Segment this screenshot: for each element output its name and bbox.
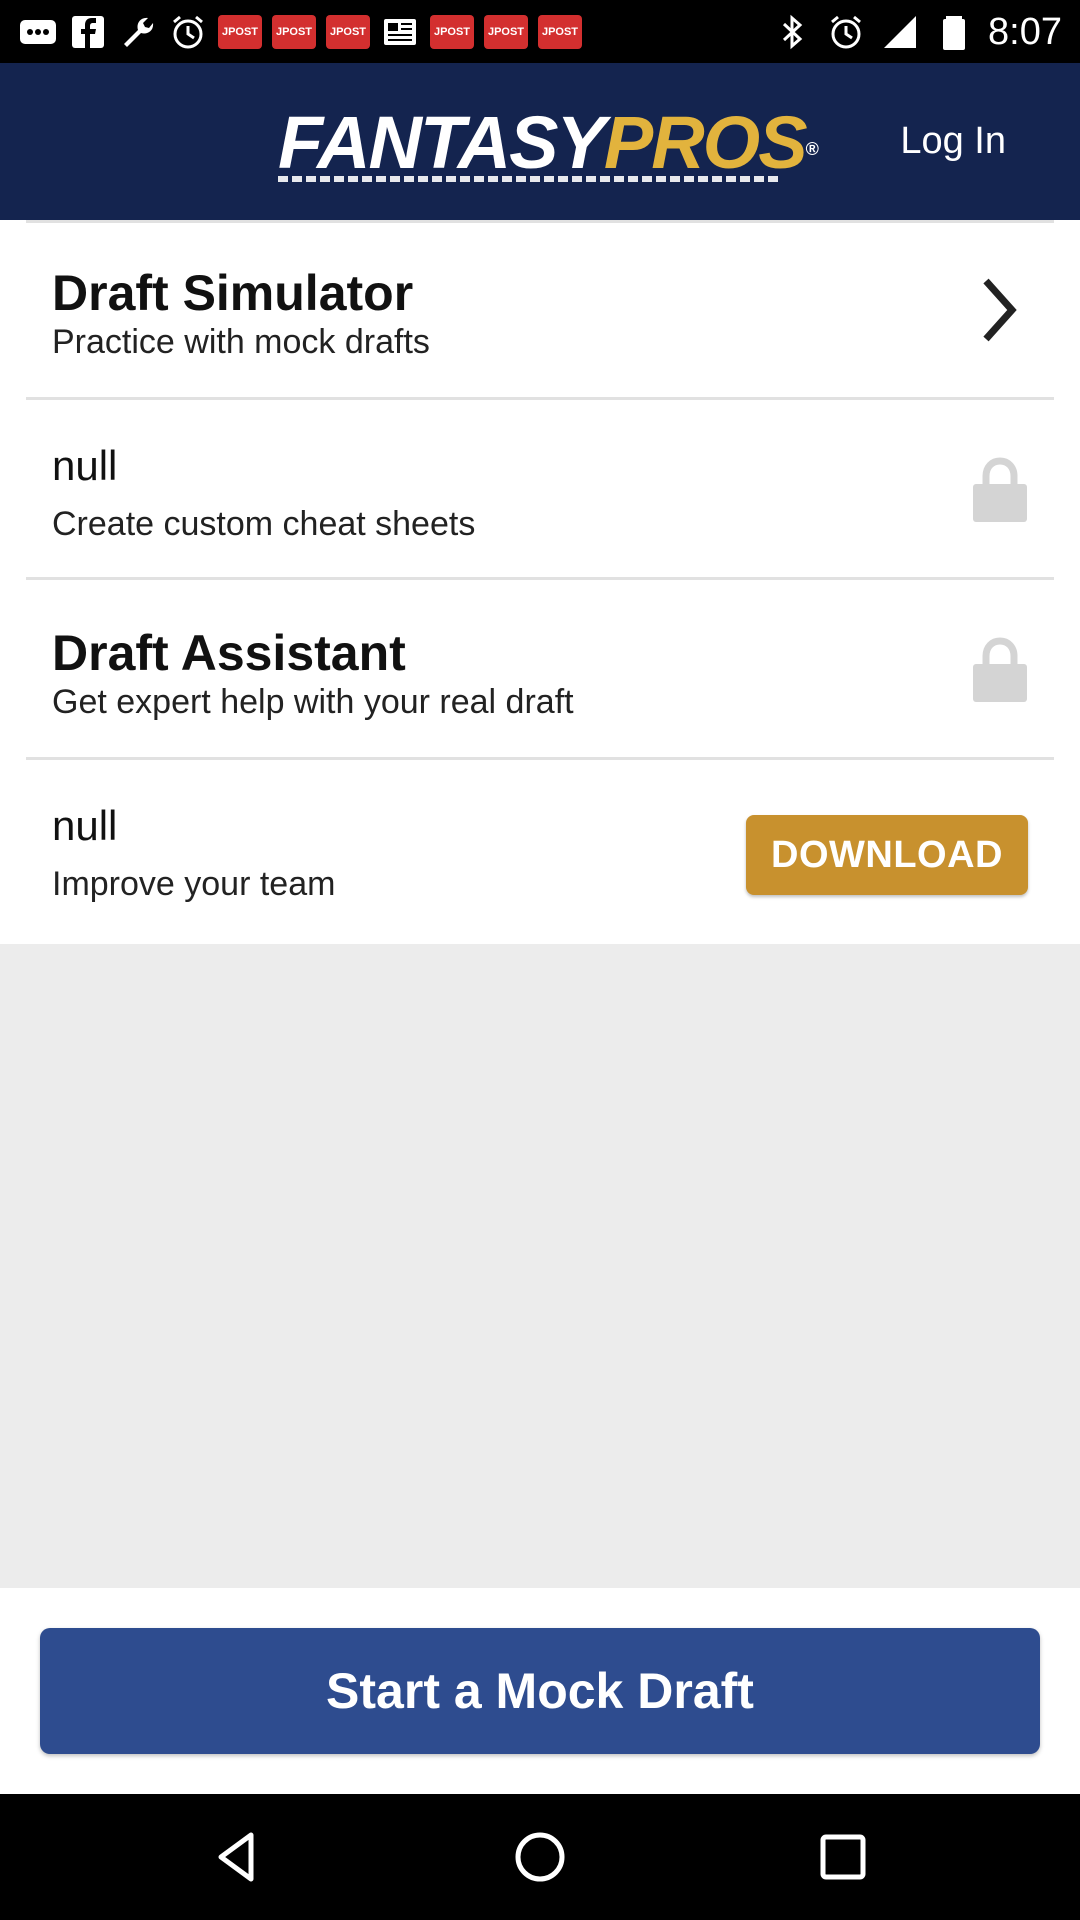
jpost-icon: JPOST (272, 15, 316, 49)
jpost-icon: JPOST (538, 15, 582, 49)
status-right-icons: 8:07 (772, 8, 1062, 56)
bottom-bar: Start a Mock Draft (0, 1588, 1080, 1794)
back-icon[interactable] (202, 1822, 272, 1892)
jpost-icon: JPOST (484, 15, 528, 49)
facebook-icon (68, 12, 108, 52)
status-left-icons: JPOST JPOST JPOST JPOST JPOST JPOST (18, 8, 582, 56)
chevron-right-icon[interactable] (974, 275, 1024, 345)
fantasypros-logo: FANTASYPROS® (278, 101, 819, 184)
alarm-icon (826, 12, 866, 52)
item-subtitle: Get expert help with your real draft (52, 683, 574, 721)
status-bar: JPOST JPOST JPOST JPOST JPOST JPOST 8:07 (0, 0, 1080, 63)
item-subtitle: Practice with mock drafts (52, 323, 430, 361)
feature-list: Draft Simulator Practice with mock draft… (0, 220, 1080, 944)
system-nav-bar (0, 1794, 1080, 1920)
recents-icon[interactable] (808, 1822, 878, 1892)
jpost-icon: JPOST (326, 15, 370, 49)
item-subtitle: Improve your team (52, 865, 336, 903)
download-button[interactable]: DOWNLOAD (746, 815, 1028, 895)
wrench-icon (118, 12, 158, 52)
list-item-draft-assistant[interactable]: Draft Assistant Get expert help with you… (0, 580, 1080, 760)
logo-text-pros: PROS (603, 101, 808, 184)
bluetooth-icon (772, 12, 812, 52)
list-item-cheat-sheets[interactable]: null Create custom cheat sheets (0, 400, 1080, 580)
item-title: Draft Assistant (52, 625, 406, 681)
status-time: 8:07 (988, 10, 1062, 53)
lock-icon (973, 457, 1027, 522)
logo-text-fantasy: FANTASY (278, 101, 606, 184)
login-link[interactable]: Log In (900, 120, 1006, 163)
item-subtitle: Create custom cheat sheets (52, 505, 476, 543)
jpost-icon: JPOST (218, 15, 262, 49)
signal-icon (880, 12, 920, 52)
home-icon[interactable] (505, 1822, 575, 1892)
item-title: null (52, 802, 118, 849)
item-title: null (52, 442, 118, 489)
list-item-improve-team[interactable]: null Improve your team DOWNLOAD (0, 760, 1080, 940)
item-title: Draft Simulator (52, 265, 414, 321)
logo-underline (278, 176, 778, 182)
news-icon (380, 12, 420, 52)
jpost-icon: JPOST (430, 15, 474, 49)
start-mock-draft-button[interactable]: Start a Mock Draft (40, 1628, 1040, 1754)
lock-icon (973, 637, 1027, 702)
app-header: FANTASYPROS® Log In (0, 63, 1080, 220)
logo-registered: ® (805, 139, 819, 159)
more-icon (18, 12, 58, 52)
alarm-icon (168, 12, 208, 52)
list-item-draft-simulator[interactable]: Draft Simulator Practice with mock draft… (0, 220, 1080, 400)
battery-icon (934, 12, 974, 52)
